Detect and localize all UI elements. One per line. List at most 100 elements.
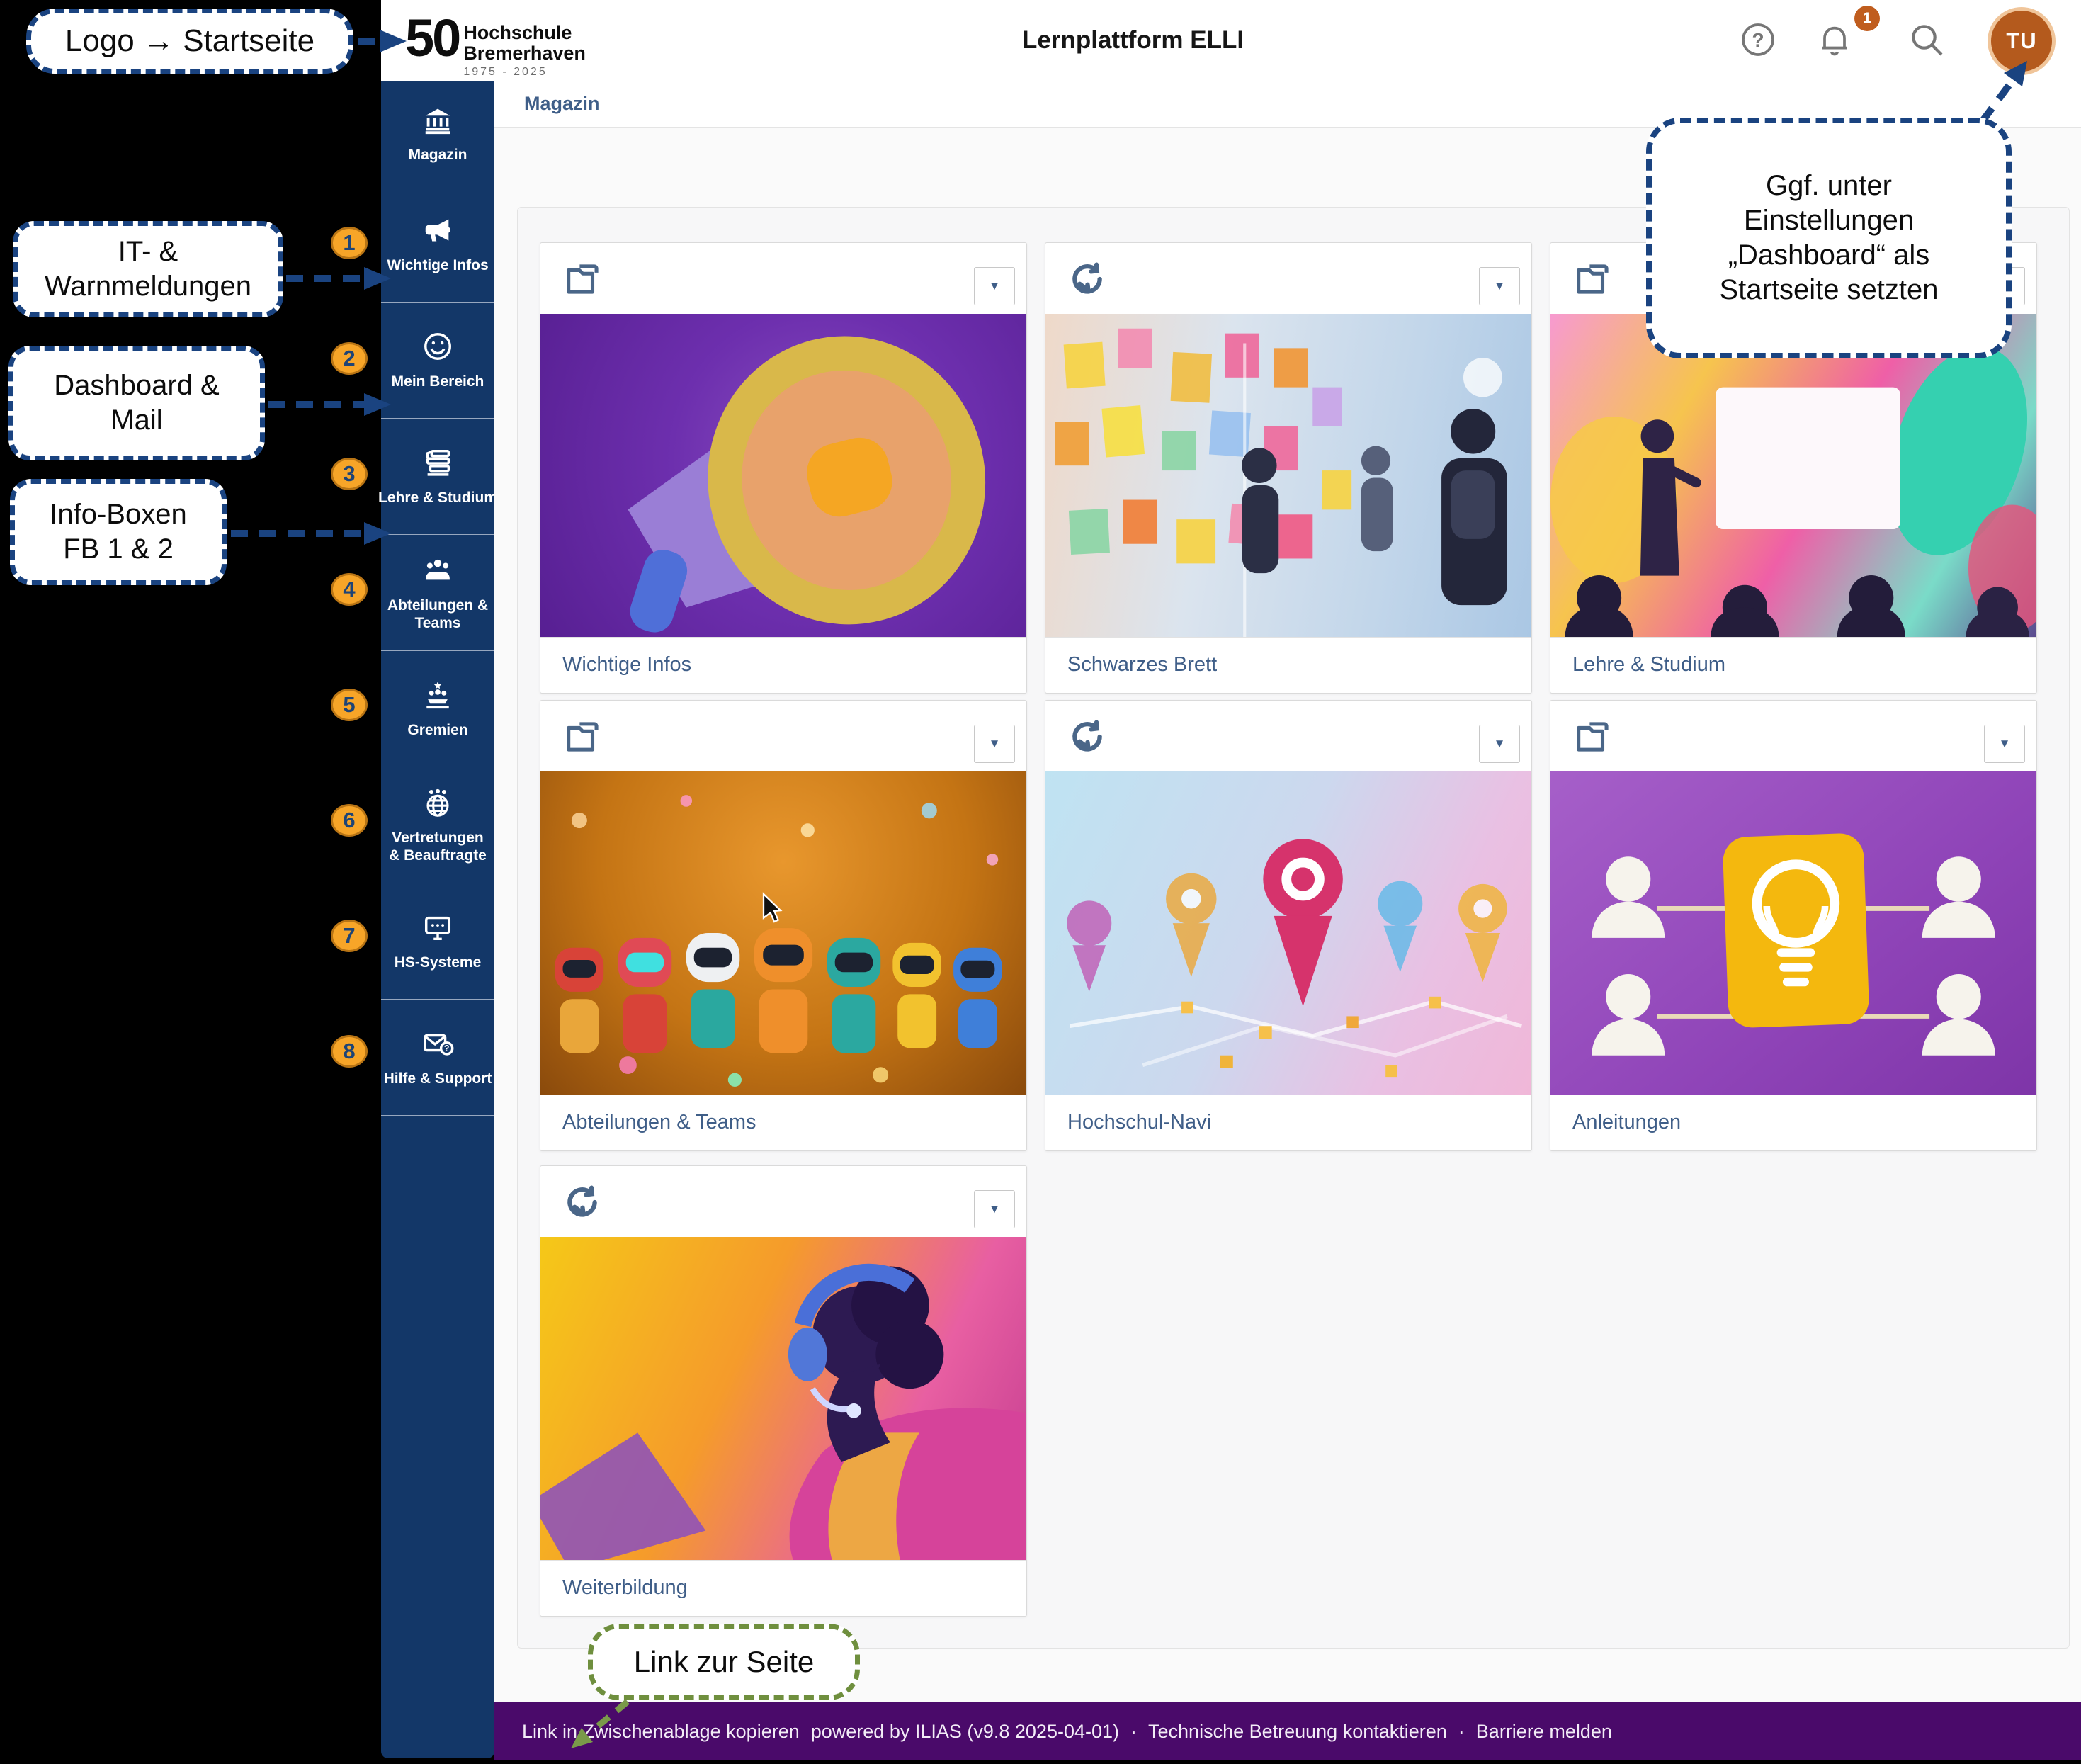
card-actions-dropdown[interactable]: ▼ bbox=[1479, 725, 1520, 763]
step-badge-6: 6 bbox=[331, 804, 368, 837]
footer-contact-support-link[interactable]: Technische Betreuung kontaktieren bbox=[1148, 1721, 1447, 1743]
card-title[interactable]: Schwarzes Brett bbox=[1045, 637, 1531, 691]
caret-down-icon: ▼ bbox=[989, 737, 1001, 751]
step-badge-3: 3 bbox=[331, 458, 368, 490]
annotation-dashboard-startseite: Ggf. unter Einstellungen „Dashboard“ als… bbox=[1646, 118, 2012, 358]
card-schwarzes-brett[interactable]: ▼ bbox=[1045, 242, 1532, 694]
annotation-info-boxen: Info-Boxen FB 1 & 2 bbox=[10, 479, 227, 585]
help-icon[interactable]: ? bbox=[1738, 20, 1778, 60]
weblink-icon bbox=[562, 1182, 603, 1223]
sidebar-item-gremien[interactable]: Gremien bbox=[381, 651, 494, 767]
footer-separator-dot: · bbox=[1458, 1721, 1465, 1743]
card-image-robots bbox=[540, 771, 1026, 1095]
user-avatar[interactable]: TU bbox=[1988, 7, 2056, 75]
sidebar-item-label: Wichtige Infos bbox=[387, 256, 488, 274]
logo-years: 1975 - 2025 bbox=[463, 66, 586, 79]
step-badge-5: 5 bbox=[331, 689, 368, 721]
card-wichtige-infos[interactable]: ▼ Wichtige Infos bbox=[540, 242, 1027, 694]
notification-count-badge: 1 bbox=[1854, 6, 1880, 31]
footer-bar: Link in Zwischenablage kopieren powered … bbox=[494, 1702, 2081, 1760]
card-image-headphones-person bbox=[540, 1237, 1026, 1560]
card-title[interactable]: Lehre & Studium bbox=[1550, 637, 2036, 691]
bank-icon bbox=[421, 103, 454, 146]
footer-report-barrier-link[interactable]: Barriere melden bbox=[1476, 1721, 1612, 1743]
card-abteilungen-teams[interactable]: ▼ A bbox=[540, 700, 1027, 1151]
svg-text:?: ? bbox=[444, 1044, 450, 1053]
step-badge-2: 2 bbox=[331, 342, 368, 375]
sidebar-item-hilfe-support[interactable]: ? Hilfe & Support bbox=[381, 1000, 494, 1116]
books-icon bbox=[421, 446, 454, 489]
card-actions-dropdown[interactable]: ▼ bbox=[1479, 267, 1520, 305]
search-icon[interactable] bbox=[1907, 20, 1946, 60]
sidebar-item-mein-bereich[interactable]: Mein Bereich bbox=[381, 303, 494, 419]
sidebar-item-label: HS-Systeme bbox=[395, 954, 482, 971]
step-badge-4: 4 bbox=[331, 573, 368, 606]
card-actions-dropdown[interactable]: ▼ bbox=[974, 267, 1015, 305]
card-actions-dropdown[interactable]: ▼ bbox=[974, 1190, 1015, 1228]
sidebar-item-label: Abteilungen & Teams bbox=[386, 597, 489, 632]
people-group-icon bbox=[421, 554, 454, 597]
folder-icon bbox=[1572, 716, 1613, 757]
weblink-icon bbox=[1067, 716, 1108, 757]
footer-copy-link[interactable]: Link in Zwischenablage kopieren bbox=[522, 1721, 800, 1743]
caret-down-icon: ▼ bbox=[1494, 737, 1506, 751]
step-badge-1: 1 bbox=[331, 227, 368, 259]
sidebar-item-magazin[interactable]: Magazin bbox=[381, 81, 494, 186]
folder-icon bbox=[1572, 259, 1613, 300]
card-weiterbildung[interactable]: ▼ Weiterbildung bbox=[540, 1165, 1027, 1617]
card-image-map-pins bbox=[1045, 771, 1531, 1095]
card-actions-dropdown[interactable]: ▼ bbox=[974, 725, 1015, 763]
logo-name-line1: Hochschule bbox=[463, 23, 586, 43]
breadcrumb-magazin-link[interactable]: Magazin bbox=[524, 93, 600, 115]
card-title[interactable]: Abteilungen & Teams bbox=[540, 1095, 1026, 1149]
sidebar-item-vertretungen-beauftragte[interactable]: Vertretungen & Beauftragte bbox=[381, 767, 494, 883]
annotation-link-zur-seite: Link zur Seite bbox=[588, 1624, 860, 1700]
main-sidebar: Magazin Wichtige Infos Mein Bereich bbox=[381, 81, 494, 1758]
footer-separator-dot: · bbox=[1130, 1721, 1137, 1743]
card-image-idea-cube bbox=[1550, 771, 2036, 1095]
card-title[interactable]: Wichtige Infos bbox=[540, 637, 1026, 691]
card-image-sticky-notes bbox=[1045, 314, 1531, 637]
sidebar-item-lehre-studium[interactable]: Lehre & Studium bbox=[381, 419, 494, 535]
annotation-it-warnmeldungen: IT- & Warnmeldungen bbox=[13, 221, 283, 317]
logo-name-line2: Bremerhaven bbox=[463, 43, 586, 64]
sidebar-item-label: Mein Bereich bbox=[392, 373, 484, 390]
annotation-dashboard-mail: Dashboard & Mail bbox=[8, 346, 265, 460]
sidebar-item-wichtige-infos[interactable]: Wichtige Infos bbox=[381, 186, 494, 303]
card-actions-dropdown[interactable]: ▼ bbox=[1984, 725, 2025, 763]
sidebar-item-label: Lehre & Studium bbox=[378, 489, 497, 507]
mail-help-icon: ? bbox=[421, 1027, 454, 1070]
sidebar-item-abteilungen-teams[interactable]: Abteilungen & Teams bbox=[381, 535, 494, 651]
card-title[interactable]: Weiterbildung bbox=[540, 1560, 1026, 1615]
sidebar-item-hs-systeme[interactable]: HS-Systeme bbox=[381, 883, 494, 1000]
card-title[interactable]: Hochschul-Navi bbox=[1045, 1095, 1531, 1149]
hochschule-bremerhaven-logo[interactable]: 50 Hochschule Bremerhaven 1975 - 2025 bbox=[405, 4, 586, 79]
card-anleitungen[interactable]: ▼ Anleitungen bbox=[1550, 700, 2037, 1151]
step-badge-7: 7 bbox=[331, 920, 368, 952]
logo-50-mark: 50 bbox=[405, 4, 459, 72]
card-hochschul-navi[interactable]: ▼ Hochschul bbox=[1045, 700, 1532, 1151]
caret-down-icon: ▼ bbox=[989, 1202, 1001, 1216]
caret-down-icon: ▼ bbox=[1999, 737, 2011, 751]
caret-down-icon: ▼ bbox=[989, 279, 1001, 293]
sidebar-item-label: Gremien bbox=[407, 721, 467, 739]
monitor-icon bbox=[421, 911, 454, 954]
folder-icon bbox=[562, 259, 603, 300]
notifications-bell-icon[interactable] bbox=[1815, 20, 1854, 60]
sidebar-item-label: Magazin bbox=[409, 146, 467, 164]
caret-down-icon: ▼ bbox=[1494, 279, 1506, 293]
globe-people-icon bbox=[421, 786, 454, 829]
footer-powered-by-ilias[interactable]: powered by ILIAS (v9.8 2025-04-01) bbox=[811, 1721, 1119, 1743]
smiley-icon bbox=[421, 330, 454, 373]
card-image-presentation bbox=[1550, 314, 2036, 637]
card-image-megaphone bbox=[540, 314, 1026, 637]
folder-icon bbox=[562, 716, 603, 757]
svg-text:?: ? bbox=[1752, 29, 1764, 51]
megaphone-icon bbox=[421, 214, 454, 256]
page-title: Lernplattform ELLI bbox=[1022, 0, 1244, 81]
weblink-icon bbox=[1067, 259, 1108, 300]
card-title[interactable]: Anleitungen bbox=[1550, 1095, 2036, 1149]
sidebar-item-label: Vertretungen & Beauftragte bbox=[386, 829, 489, 864]
ilias-magazin-screenshot: Lernplattform ELLI 50 Hochschule Bremerh… bbox=[0, 0, 2081, 1764]
sidebar-item-label: Hilfe & Support bbox=[384, 1070, 492, 1087]
